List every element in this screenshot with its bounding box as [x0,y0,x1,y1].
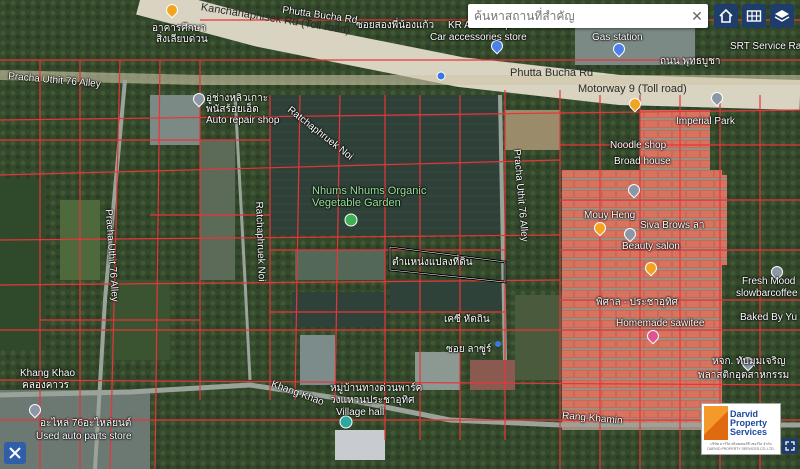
buildings [470,360,515,390]
garden-icon[interactable] [344,213,358,227]
place-label: Baked By Yu [740,312,798,323]
search-bar: ✕ [468,4,708,28]
housing-estate [705,175,727,265]
fullscreen-button[interactable] [782,438,798,454]
place-label: Homemade sawitee [616,318,705,329]
place-label: Auto repair shop [206,115,280,126]
field [505,110,560,150]
place-label: Beauty salon [622,241,680,252]
place-label: พลาสติกอุตสาหกรรม [698,370,790,381]
place-label: สิ่งเลียบด่วน [156,34,208,45]
place-label: SRT Service Ra [730,41,800,52]
place-label: เคซี หัตถิน [444,314,490,325]
place-label: Gas station [592,32,643,43]
road-label: ถนน พุทธบูชา [660,56,721,67]
home-button[interactable] [714,4,738,28]
place-label: ซอยสองพี่น้องแก้ว [356,20,435,31]
darvid-logo: Darvid Property Services บริษัท ดาร์วิด … [701,403,781,455]
place-label: Mouy Heng [584,210,636,221]
pond [390,282,505,312]
place-label: อาคารศึกษา [152,23,206,34]
grid-button[interactable] [742,4,766,28]
tools-icon [9,447,21,459]
pond [292,292,387,327]
buildings [150,95,200,145]
place-label: คลองคาวร [22,380,69,391]
search-input[interactable] [468,6,686,26]
field [0,180,45,350]
field [515,295,565,380]
place-label: Broad house [614,156,671,167]
logo-mark-icon [704,406,728,440]
tools-button[interactable] [4,442,26,464]
grid-icon [746,10,762,22]
place-label: พนัสร้อยเอ็ด [206,104,259,115]
place-label: วงแหวนประชาอุทิศ [330,395,415,406]
logo-subtitle: บริษัท ดาร์วิด พร็อพเพอร์ตี้ เซอร์วิส จำ… [707,442,775,451]
expand-icon [785,441,795,451]
place-label: หจก. ทับมุมเจริญ [712,356,786,367]
field [200,140,235,280]
waypoint-icon [495,341,501,347]
place-label: Fresh Mood [742,276,796,287]
road-label: Phutta Bucha Rd [510,67,594,79]
place-label: Noodle shop [610,140,667,151]
bus-stop-icon [436,71,446,81]
place-label: อะไหล่ 76อะไหล่ยนต์ [40,418,132,429]
place-label: พิศาล - ประชาอุทิศ [596,297,679,308]
place-label: Siva Brows ลา [640,220,705,231]
place-label: Used auto parts store [36,431,132,442]
logo-line: Services [730,426,768,437]
pond [295,250,385,280]
place-label: slowbarcoffee [736,288,798,299]
place-label: Village hall [336,407,385,418]
buildings [335,430,385,460]
place-label: Car accessories store [430,32,527,43]
plot-label: ตำแหน่งแปลงที่ดิน [392,257,473,268]
layers-icon [774,10,790,22]
place-label: Vegetable Garden [312,197,401,209]
pond [300,335,335,385]
layers-button[interactable] [770,4,794,28]
close-icon[interactable]: ✕ [686,5,708,27]
place-label: Imperial Park [676,116,735,127]
place-label: Nhums Nhums Organic [312,185,427,197]
home-icon [719,8,733,23]
place-label: ซอย ลาซู่ร์ [446,344,492,355]
place-label: อู่ช่างหลิวเกาะ [206,93,269,104]
place-label: หมู่บ้านทางด่วนพาร์ค [330,383,423,394]
road-label: Motorway 9 (Toll road) [578,83,687,95]
road-label: Khang Khao [20,368,76,379]
